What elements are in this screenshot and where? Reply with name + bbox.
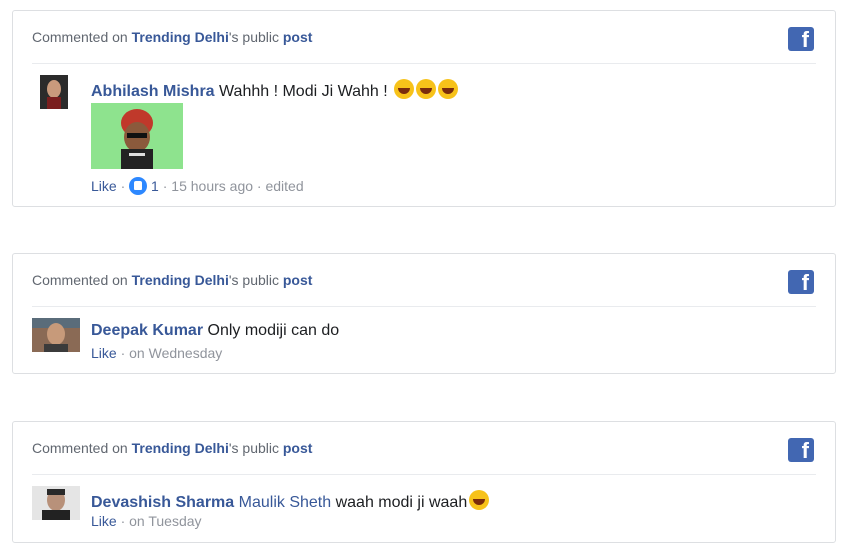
- avatar[interactable]: [32, 486, 80, 520]
- comment-text: Abhilash Mishra Wahhh ! Modi Ji Wahh !: [91, 79, 459, 101]
- comment-body: waah modi ji waah: [335, 494, 468, 511]
- author-name[interactable]: Devashish Sharma: [91, 494, 234, 511]
- avatar[interactable]: [32, 318, 80, 352]
- facebook-icon[interactable]: f: [788, 270, 814, 295]
- card-header: Commented on Trending Delhi's public pos…: [32, 272, 312, 288]
- like-link[interactable]: Like: [91, 513, 117, 529]
- comment-text: Deepak Kumar Only modiji can do: [91, 322, 339, 340]
- facebook-icon[interactable]: f: [788, 438, 814, 463]
- page-link[interactable]: Trending Delhi: [132, 272, 229, 288]
- sticker-image[interactable]: [91, 103, 183, 169]
- like-link[interactable]: Like: [91, 178, 117, 194]
- timestamp[interactable]: 15 hours ago: [171, 178, 253, 194]
- laughing-emoji-icon: [394, 79, 415, 99]
- header-suffix: 's public: [228, 29, 283, 45]
- notification-card: Commented on Trending Delhi's public pos…: [12, 421, 836, 543]
- notification-card: Commented on Trending Delhi's public pos…: [12, 253, 836, 374]
- comment-text: Devashish Sharma Maulik Sheth waah modi …: [91, 490, 490, 512]
- avatar[interactable]: [32, 75, 76, 109]
- like-link[interactable]: Like: [91, 345, 117, 361]
- edited-label: edited: [265, 178, 304, 194]
- laughing-emoji-icon: [416, 79, 437, 99]
- comment-body: Wahhh ! Modi Ji Wahh !: [219, 83, 393, 100]
- notification-card: Commented on Trending Delhi's public pos…: [12, 10, 836, 207]
- comment-meta: Like · on Tuesday: [91, 513, 202, 529]
- comment-body: Only modiji can do: [207, 322, 340, 339]
- laughing-emoji-icon: [469, 490, 490, 510]
- card-header: Commented on Trending Delhi's public pos…: [32, 29, 312, 45]
- tagged-user[interactable]: Maulik Sheth: [239, 494, 332, 511]
- separator: ·: [116, 513, 130, 529]
- post-link[interactable]: post: [283, 272, 313, 288]
- divider: [32, 306, 816, 307]
- comment-meta: Like · 1 · 15 hours ago · edited: [91, 177, 304, 195]
- card-header: Commented on Trending Delhi's public pos…: [32, 440, 312, 456]
- page-link[interactable]: Trending Delhi: [132, 29, 229, 45]
- reaction-count[interactable]: 1: [151, 178, 159, 194]
- header-suffix: 's public: [228, 272, 283, 288]
- timestamp[interactable]: on Wednesday: [129, 345, 222, 361]
- divider: [32, 63, 816, 64]
- like-reaction-icon[interactable]: [129, 177, 148, 195]
- header-suffix: 's public: [228, 440, 283, 456]
- post-link[interactable]: post: [283, 440, 313, 456]
- separator: ·: [253, 178, 266, 194]
- divider: [32, 474, 816, 475]
- header-prefix: Commented on: [32, 29, 132, 45]
- post-link[interactable]: post: [283, 29, 313, 45]
- page-link[interactable]: Trending Delhi: [132, 440, 229, 456]
- separator: ·: [158, 178, 172, 194]
- comment-meta: Like · on Wednesday: [91, 345, 222, 361]
- header-prefix: Commented on: [32, 272, 132, 288]
- author-name[interactable]: Abhilash Mishra: [91, 83, 215, 100]
- separator: ·: [116, 178, 130, 194]
- header-prefix: Commented on: [32, 440, 132, 456]
- author-name[interactable]: Deepak Kumar: [91, 322, 203, 339]
- facebook-icon[interactable]: f: [788, 27, 814, 52]
- separator: ·: [116, 345, 130, 361]
- laughing-emoji-icon: [438, 79, 459, 99]
- timestamp[interactable]: on Tuesday: [129, 513, 201, 529]
